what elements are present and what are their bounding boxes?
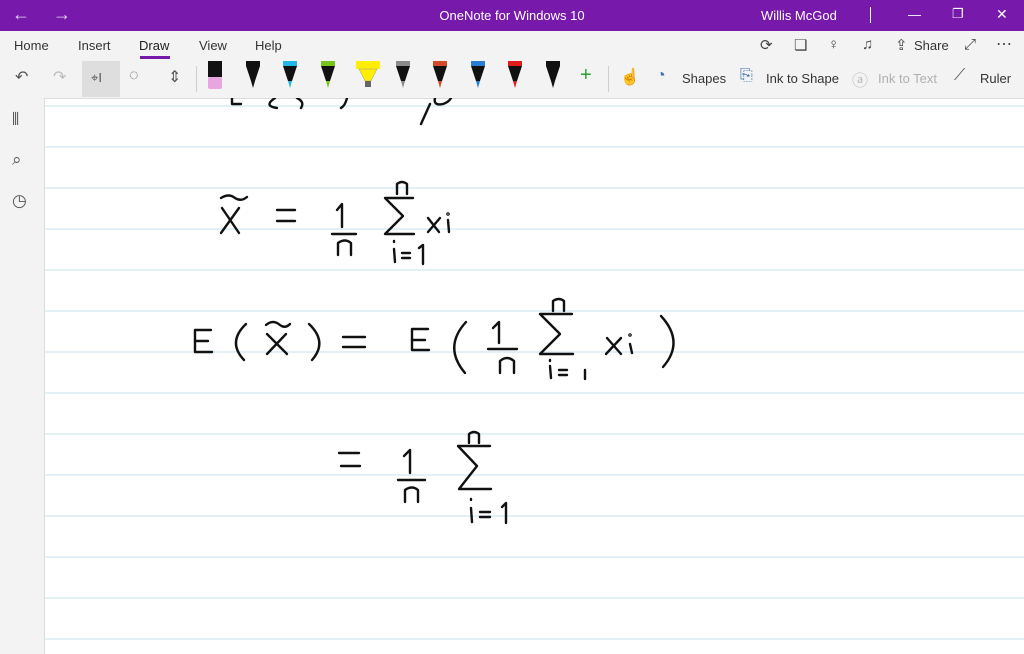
add-pen-icon[interactable]: +	[580, 64, 592, 87]
page-canvas[interactable]	[45, 98, 1024, 654]
ink-line-2[interactable]	[219, 180, 451, 266]
notebooks-icon[interactable]: ⫴	[12, 110, 19, 130]
redo-icon[interactable]: ↷	[53, 67, 66, 87]
undo-icon[interactable]: ↶	[15, 67, 28, 87]
user-name[interactable]: Willis McGod	[761, 8, 837, 23]
search-icon[interactable]: ⌕	[12, 150, 22, 170]
pen-red-icon[interactable]	[505, 61, 525, 91]
ink-to-text-icon[interactable]: ⓐ	[852, 67, 868, 91]
ink-to-shape-button[interactable]: Ink to Shape	[766, 71, 839, 86]
shapes-button[interactable]: Shapes	[682, 71, 726, 86]
note-page[interactable]	[45, 98, 1024, 654]
tab-insert[interactable]: Insert	[78, 38, 111, 53]
pen-black-icon[interactable]	[243, 61, 263, 91]
sidebar: ⫴ ⌕ ◷	[0, 98, 45, 654]
pen-blue-galaxy-icon[interactable]	[468, 61, 488, 91]
restore-button[interactable]: ❐	[952, 6, 964, 22]
eraser-icon[interactable]	[205, 61, 225, 91]
notebook-icon[interactable]: ❏	[794, 36, 807, 54]
tab-help[interactable]: Help	[255, 38, 282, 53]
title-separator	[870, 7, 871, 23]
pen-green-icon[interactable]	[318, 61, 338, 91]
pen-cyan-icon[interactable]	[280, 61, 300, 91]
share-button[interactable]: Share	[914, 38, 949, 53]
ink-line-1[interactable]	[230, 98, 453, 126]
toolbar-separator	[608, 66, 609, 92]
expand-icon[interactable]: ⤢	[964, 36, 976, 53]
bell-icon[interactable]: ♫	[862, 36, 873, 53]
lightbulb-icon[interactable]: ♀	[828, 36, 839, 53]
close-button[interactable]: ✕	[996, 6, 1008, 23]
share-icon[interactable]: ⇪	[895, 36, 908, 54]
pen-gray-icon[interactable]	[393, 61, 413, 91]
ink-to-text-button[interactable]: Ink to Text	[878, 71, 937, 86]
active-tab-indicator	[140, 56, 170, 59]
toolbar-separator	[196, 66, 197, 92]
ink-line-4[interactable]	[337, 430, 508, 525]
highlighter-yellow-icon[interactable]	[355, 61, 380, 91]
ruled-lines	[45, 105, 1024, 640]
ink-to-shape-icon[interactable]: ⎘	[740, 67, 753, 85]
pen-black-2-icon[interactable]	[543, 61, 563, 91]
pen-galaxy-icon[interactable]	[430, 61, 450, 91]
minimize-button[interactable]: —	[908, 7, 921, 22]
ribbon-tabs: Home Insert Draw View Help ⟳ ❏ ♀ ♫ ⇪ Sha…	[0, 31, 1024, 61]
title-bar: ← → OneNote for Windows 10 Willis McGod …	[0, 0, 1024, 31]
more-options-icon[interactable]: ⋯	[996, 34, 1012, 54]
ruler-button[interactable]: Ruler	[980, 71, 1011, 86]
recent-clock-icon[interactable]: ◷	[12, 191, 27, 211]
add-space-icon[interactable]: ⇕	[168, 67, 181, 87]
tab-view[interactable]: View	[199, 38, 227, 53]
tab-home[interactable]: Home	[14, 38, 49, 53]
ruler-icon[interactable]: ⟋	[954, 67, 965, 85]
touch-draw-icon[interactable]: ☝	[620, 67, 640, 87]
lasso-icon[interactable]: ◌	[129, 67, 139, 85]
tab-draw[interactable]: Draw	[139, 38, 169, 53]
shapes-icon[interactable]: ◔	[656, 67, 666, 85]
draw-toolbar: ↶ ↷ ⌖I ◌ ⇕ + ☝ ◔ Shapes ⎘ Ink to Shape ⓐ…	[0, 61, 1024, 99]
type-select-icon[interactable]: ⌖I	[91, 70, 102, 86]
sync-icon[interactable]: ⟳	[760, 36, 773, 54]
